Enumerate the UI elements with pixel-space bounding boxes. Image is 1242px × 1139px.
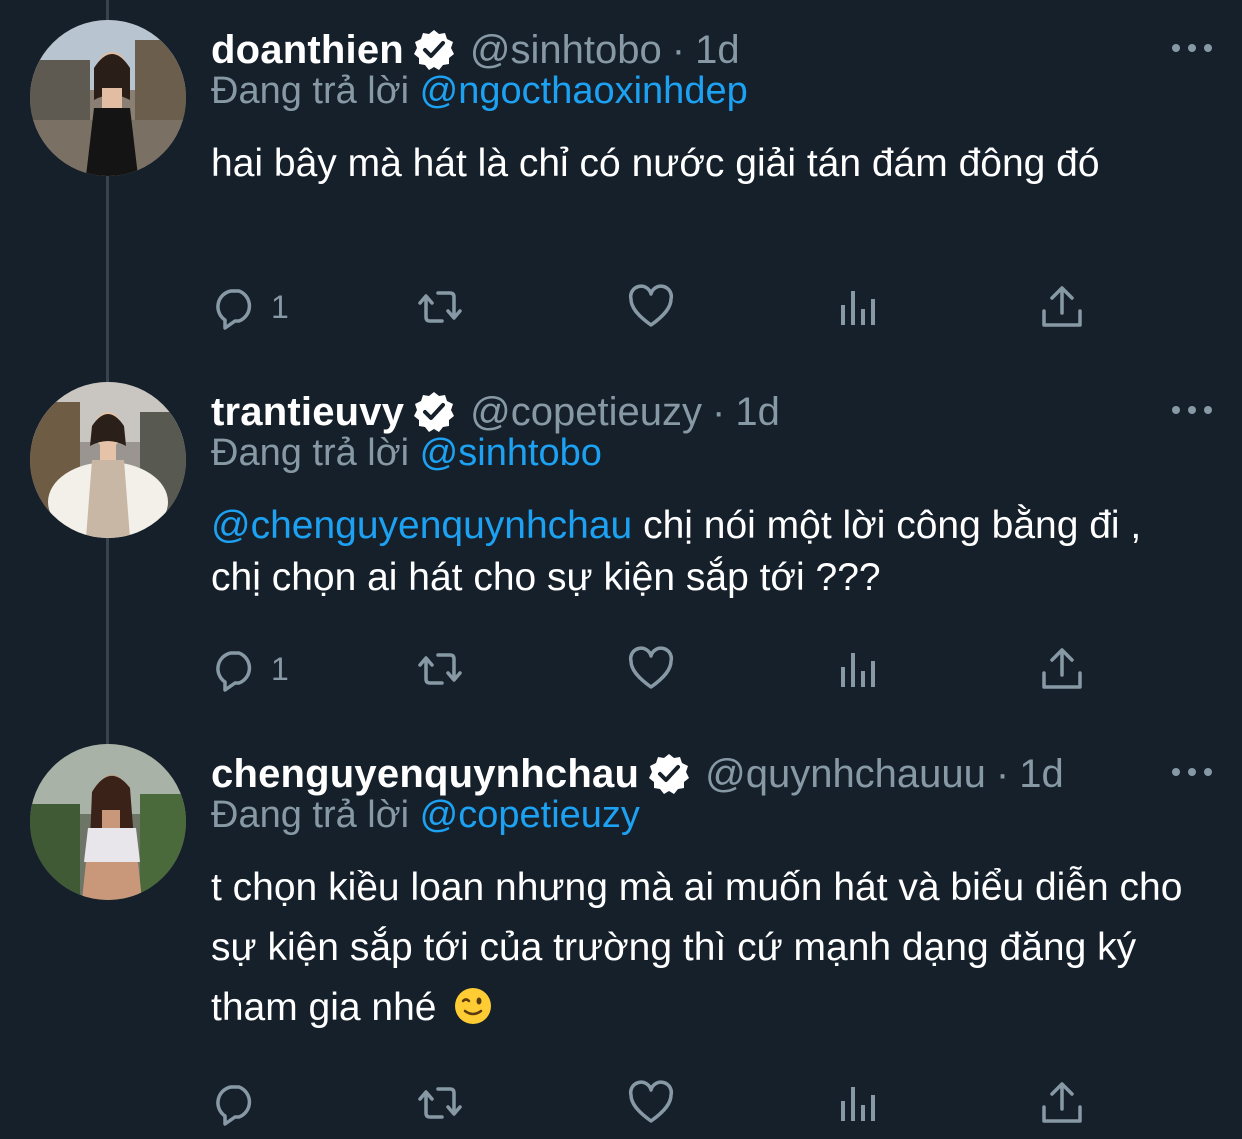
share-button[interactable]	[1038, 644, 1086, 694]
avatar[interactable]	[30, 20, 186, 176]
retweet-icon	[418, 653, 462, 685]
timestamp[interactable]: 1d	[695, 28, 740, 73]
retweet-button[interactable]	[416, 1078, 464, 1128]
more-options-icon[interactable]	[1172, 400, 1212, 420]
tweet-text: @chenguyenquynhchau chị nói một lời công…	[211, 500, 1201, 604]
tweet-text: hai bây mà hát là chỉ có nước giải tán đ…	[211, 138, 1201, 190]
separator-dot: ·	[671, 27, 686, 72]
verified-badge-icon	[412, 28, 456, 72]
tweet-text-content: t chọn kiều loan nhưng mà ai muốn hát và…	[211, 866, 1183, 1029]
action-bar: 1	[211, 644, 1091, 694]
analytics-icon	[841, 291, 875, 325]
like-icon	[628, 1080, 674, 1123]
share-icon	[1042, 286, 1082, 327]
like-button[interactable]	[627, 1078, 675, 1128]
winking-face-emoji	[453, 984, 493, 1024]
more-options-icon[interactable]	[1172, 38, 1212, 58]
display-name[interactable]: doanthien	[211, 28, 404, 73]
retweet-button[interactable]	[416, 644, 464, 694]
separator-dot: ·	[995, 751, 1010, 796]
analytics-button[interactable]	[833, 1078, 881, 1128]
avatar[interactable]	[30, 744, 186, 900]
retweet-icon	[418, 291, 462, 323]
avatar-image	[30, 382, 186, 538]
more-options-icon[interactable]	[1172, 762, 1212, 782]
replying-to-label: Đang trả lời	[211, 794, 410, 836]
reply-icon	[216, 289, 252, 330]
reply-to-mention[interactable]: @sinhtobo	[420, 432, 602, 474]
reply-button[interactable]: 1	[211, 282, 289, 332]
share-icon	[1042, 648, 1082, 689]
analytics-button[interactable]	[833, 282, 881, 332]
reply-count: 1	[271, 650, 289, 687]
share-icon	[1042, 1082, 1082, 1123]
display-name[interactable]: trantieuvy	[211, 390, 404, 435]
avatar-image	[30, 744, 186, 900]
replying-to: Đang trả lời @copetieuzy	[211, 794, 640, 837]
display-name[interactable]: chenguyenquynhchau	[211, 752, 639, 797]
share-button[interactable]	[1038, 1078, 1086, 1128]
like-icon	[628, 284, 674, 327]
reply-button[interactable]	[211, 1078, 271, 1128]
analytics-button[interactable]	[833, 644, 881, 694]
reply-icon	[216, 1085, 252, 1126]
reply-icon	[216, 651, 252, 692]
replying-to-label: Đang trả lời	[211, 432, 410, 474]
replying-to: Đang trả lời @sinhtobo	[211, 432, 602, 475]
like-button[interactable]	[627, 644, 675, 694]
reply-to-mention[interactable]: @ngocthaoxinhdep	[420, 70, 748, 112]
user-handle[interactable]: @quynhchauuu	[705, 752, 986, 797]
retweet-button[interactable]	[416, 282, 464, 332]
like-button[interactable]	[627, 282, 675, 332]
body-mention[interactable]: @chenguyenquynhchau	[211, 504, 632, 547]
thread-line	[106, 0, 109, 20]
action-bar	[211, 1078, 1091, 1128]
analytics-icon	[841, 1087, 875, 1121]
retweet-icon	[418, 1087, 462, 1119]
action-bar: 1	[211, 282, 1091, 332]
tweet-text-content: hai bây mà hát là chỉ có nước giải tán đ…	[211, 142, 1100, 185]
share-button[interactable]	[1038, 282, 1086, 332]
verified-badge-icon	[647, 752, 691, 796]
replying-to-label: Đang trả lời	[211, 70, 410, 112]
analytics-icon	[841, 653, 875, 687]
tweet[interactable]: chenguyenquynhchau @quynhchauuu · 1d Đan…	[0, 744, 1242, 1139]
reply-button[interactable]: 1	[211, 644, 289, 694]
avatar[interactable]	[30, 382, 186, 538]
tweet[interactable]: doanthien @sinhtobo · 1d Đang trả lời @n…	[0, 20, 1242, 360]
like-icon	[628, 646, 674, 689]
timestamp[interactable]: 1d	[1019, 752, 1064, 797]
reply-count: 1	[271, 288, 289, 325]
timestamp[interactable]: 1d	[735, 390, 780, 435]
tweet[interactable]: trantieuvy @copetieuzy · 1d Đang trả lời…	[0, 382, 1242, 722]
user-handle[interactable]: @copetieuzy	[470, 390, 702, 435]
user-handle[interactable]: @sinhtobo	[470, 28, 662, 73]
tweet-text: t chọn kiều loan nhưng mà ai muốn hát và…	[211, 858, 1201, 1038]
separator-dot: ·	[712, 389, 726, 434]
replying-to: Đang trả lời @ngocthaoxinhdep	[211, 70, 748, 113]
avatar-image	[30, 20, 186, 176]
reply-to-mention[interactable]: @copetieuzy	[420, 794, 640, 836]
verified-badge-icon	[412, 390, 456, 434]
